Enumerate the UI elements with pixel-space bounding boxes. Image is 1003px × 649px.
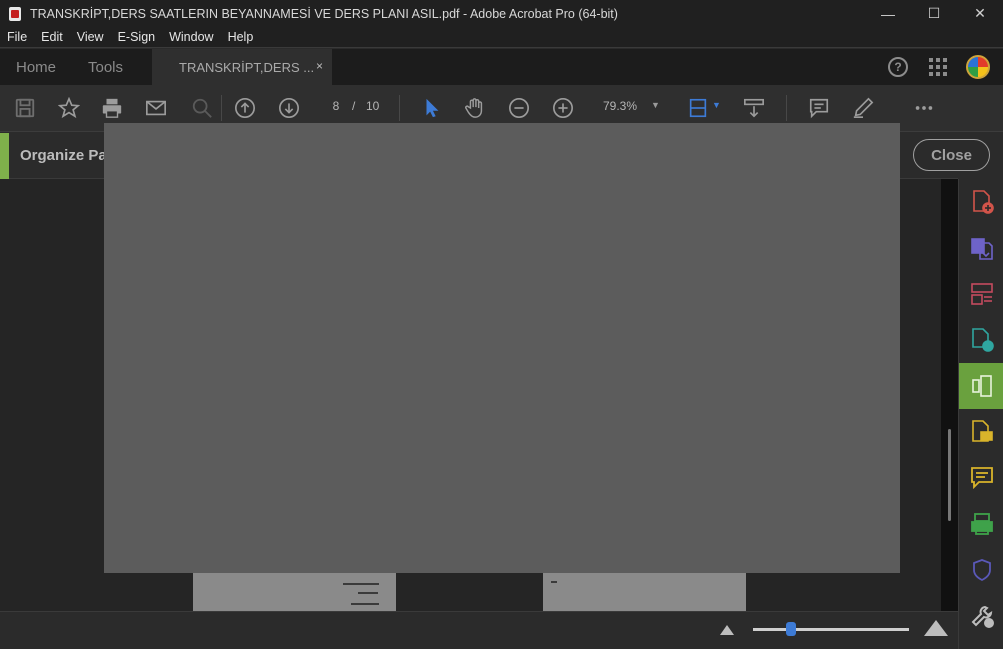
menu-help[interactable]: Help <box>221 30 261 44</box>
edit-pdf-icon[interactable] <box>959 271 1003 317</box>
organize-accent-strip <box>0 133 9 179</box>
zoom-out-mountain-icon[interactable] <box>720 625 734 635</box>
more-tools-icon[interactable] <box>959 593 1003 639</box>
page-total: 10 <box>366 99 380 113</box>
menu-edit[interactable]: Edit <box>34 30 70 44</box>
thumbnail-text-line <box>551 581 557 583</box>
highlight-pen-icon[interactable] <box>851 96 875 120</box>
save-icon[interactable] <box>13 96 37 120</box>
fit-dropdown-chevron-icon[interactable]: ▼ <box>712 100 721 110</box>
scroll-mode-icon[interactable] <box>742 96 766 120</box>
vertical-scrollbar[interactable] <box>941 179 958 611</box>
fit-page-icon[interactable] <box>686 96 710 120</box>
maximize-button[interactable]: ☐ <box>911 0 957 27</box>
scrollbar-thumb[interactable] <box>948 429 951 521</box>
tab-bar: Home Tools TRANSKRİPT,DERS ... × ? <box>0 49 1003 85</box>
hand-icon[interactable] <box>463 96 487 120</box>
comment-icon[interactable] <box>807 96 831 120</box>
page-thumbnail[interactable] <box>193 573 396 611</box>
next-page-icon[interactable] <box>277 96 301 120</box>
help-icon[interactable]: ? <box>888 57 908 77</box>
slider-handle[interactable] <box>786 622 796 636</box>
modal-overlay-panel <box>104 123 900 573</box>
menu-view[interactable]: View <box>70 30 111 44</box>
bookmark-star-icon[interactable] <box>57 96 81 120</box>
zoom-in-mountain-icon[interactable] <box>924 620 948 636</box>
prev-page-icon[interactable] <box>233 96 257 120</box>
thumbnail-text-line <box>343 583 379 585</box>
scan-ocr-icon[interactable] <box>959 501 1003 547</box>
header-right-actions: ? <box>888 49 1003 85</box>
export-pdf-icon[interactable] <box>959 225 1003 271</box>
zoom-level-input[interactable]: 79.3% <box>603 99 637 113</box>
apps-grid-icon[interactable] <box>929 58 947 76</box>
toolbar-divider <box>221 95 222 121</box>
menu-file[interactable]: File <box>0 30 34 44</box>
right-tools-panel <box>958 179 1003 649</box>
zoom-dropdown-chevron-icon[interactable]: ▼ <box>651 100 660 110</box>
select-cursor-icon[interactable] <box>420 96 444 120</box>
window-title: TRANSKRİPT,DERS SAATLERIN BEYANNAMESİ VE… <box>30 6 618 21</box>
tab-document-label: TRANSKRİPT,DERS ... <box>179 59 315 75</box>
combine-files-icon[interactable] <box>959 317 1003 363</box>
tab-document[interactable]: TRANSKRİPT,DERS ... × <box>152 49 332 85</box>
tab-close-icon[interactable]: × <box>316 59 323 73</box>
menu-window[interactable]: Window <box>162 30 220 44</box>
title-bar: TRANSKRİPT,DERS SAATLERIN BEYANNAMESİ VE… <box>0 0 1003 27</box>
create-pdf-icon[interactable] <box>959 179 1003 225</box>
comment-tool-icon[interactable] <box>959 409 1003 455</box>
search-icon[interactable] <box>190 96 214 120</box>
avatar[interactable] <box>966 55 990 79</box>
toolbar-divider <box>786 95 787 121</box>
page-number-input[interactable]: 8 <box>326 99 346 113</box>
page-thumbnail[interactable] <box>543 573 746 611</box>
more-icon[interactable] <box>912 96 936 120</box>
fill-sign-icon[interactable] <box>959 455 1003 501</box>
close-button[interactable]: Close <box>913 139 990 171</box>
close-window-button[interactable]: ✕ <box>957 0 1003 27</box>
minimize-button[interactable]: — <box>865 0 911 27</box>
zoom-in-icon[interactable] <box>551 96 575 120</box>
acrobat-app-icon <box>9 6 21 21</box>
thumbnail-text-line <box>351 603 379 605</box>
page-separator: / <box>352 99 356 113</box>
thumbnail-size-slider[interactable] <box>753 628 909 631</box>
thumbnail-text-line <box>358 592 378 594</box>
toolbar-divider <box>399 95 400 121</box>
menu-esign[interactable]: E-Sign <box>111 30 163 44</box>
tab-tools[interactable]: Tools <box>72 49 152 85</box>
organize-pages-icon[interactable] <box>959 363 1003 409</box>
thumbnail-zoom-bar <box>0 611 958 649</box>
window-controls: — ☐ ✕ <box>865 0 1003 27</box>
tab-home[interactable]: Home <box>0 49 72 85</box>
zoom-out-icon[interactable] <box>507 96 531 120</box>
print-icon[interactable] <box>100 96 124 120</box>
menu-bar: File Edit View E-Sign Window Help <box>0 27 1003 48</box>
email-icon[interactable] <box>144 96 168 120</box>
protect-icon[interactable] <box>959 547 1003 593</box>
